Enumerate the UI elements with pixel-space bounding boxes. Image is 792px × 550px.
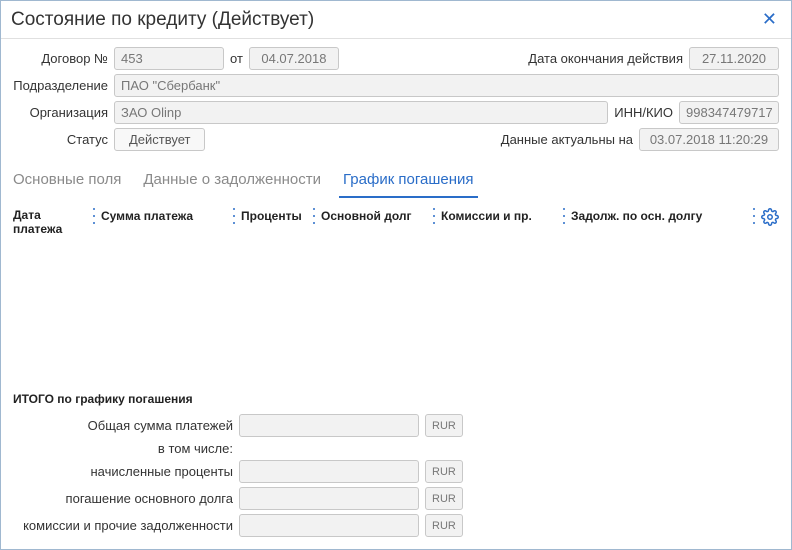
col-payment-date[interactable]: Дата платежа xyxy=(13,208,93,236)
grid-header: Дата платежа Сумма платежа Проценты Осно… xyxy=(13,204,779,240)
accrued-interest-field xyxy=(239,460,419,483)
contract-number-label: Договор № xyxy=(13,51,108,66)
total-sum-field xyxy=(239,414,419,437)
column-drag-icon[interactable] xyxy=(563,208,567,224)
currency-badge: RUR xyxy=(425,487,463,510)
col-principal[interactable]: Основной долг xyxy=(313,208,433,224)
contract-number-field xyxy=(114,47,224,70)
total-sum-label: Общая сумма платежей xyxy=(13,418,233,433)
col-principal-debt[interactable]: Задолж. по осн. долгу xyxy=(563,208,753,224)
credit-status-window: Состояние по кредиту (Действует) ✕ Догов… xyxy=(0,0,792,550)
expiry-date-field xyxy=(689,47,779,70)
totals-header: ИТОГО по графику погашения xyxy=(13,388,779,414)
tab-debt-data[interactable]: Данные о задолженности xyxy=(139,167,325,198)
currency-badge: RUR xyxy=(425,514,463,537)
col-interest[interactable]: Проценты xyxy=(233,208,313,224)
column-drag-icon[interactable] xyxy=(93,208,97,224)
organization-label: Организация xyxy=(13,105,108,120)
titlebar: Состояние по кредиту (Действует) ✕ xyxy=(1,1,791,39)
grid-body xyxy=(13,240,779,384)
status-value-button[interactable]: Действует xyxy=(114,128,205,151)
fees-debt-field xyxy=(239,514,419,537)
actual-date-field xyxy=(639,128,779,151)
currency-badge: RUR xyxy=(425,414,463,437)
division-field xyxy=(114,74,779,97)
gear-icon[interactable] xyxy=(761,208,779,226)
totals-section: ИТОГО по графику погашения Общая сумма п… xyxy=(13,384,779,541)
including-label: в том числе: xyxy=(13,441,233,456)
contract-date-field xyxy=(249,47,339,70)
inn-field xyxy=(679,101,779,124)
tab-main-fields[interactable]: Основные поля xyxy=(9,167,125,198)
schedule-grid-area: Дата платежа Сумма платежа Проценты Осно… xyxy=(1,198,791,549)
column-drag-icon[interactable] xyxy=(313,208,317,224)
column-drag-icon[interactable] xyxy=(753,208,757,224)
status-label: Статус xyxy=(13,132,108,147)
col-payment-sum[interactable]: Сумма платежа xyxy=(93,208,233,224)
close-icon[interactable]: ✕ xyxy=(758,7,781,32)
column-drag-icon[interactable] xyxy=(433,208,437,224)
fees-debt-label: комиссии и прочие задолженности xyxy=(13,518,233,533)
principal-repay-field xyxy=(239,487,419,510)
window-title: Состояние по кредиту (Действует) xyxy=(11,9,314,31)
organization-field xyxy=(114,101,608,124)
principal-repay-label: погашение основного долга xyxy=(13,491,233,506)
inn-label: ИНН/КИО xyxy=(614,105,673,120)
currency-badge: RUR xyxy=(425,460,463,483)
tab-repayment-schedule[interactable]: График погашения xyxy=(339,167,478,198)
contract-from-label: от xyxy=(230,51,243,66)
expiry-label: Дата окончания действия xyxy=(528,51,683,66)
accrued-interest-label: начисленные проценты xyxy=(13,464,233,479)
col-fees[interactable]: Комиссии и пр. xyxy=(433,208,563,224)
tab-bar: Основные поля Данные о задолженности Гра… xyxy=(1,161,791,198)
actual-label: Данные актуальны на xyxy=(501,132,633,147)
division-label: Подразделение xyxy=(13,78,108,93)
header-form: Договор № от Дата окончания действия Под… xyxy=(1,39,791,161)
column-drag-icon[interactable] xyxy=(233,208,237,224)
